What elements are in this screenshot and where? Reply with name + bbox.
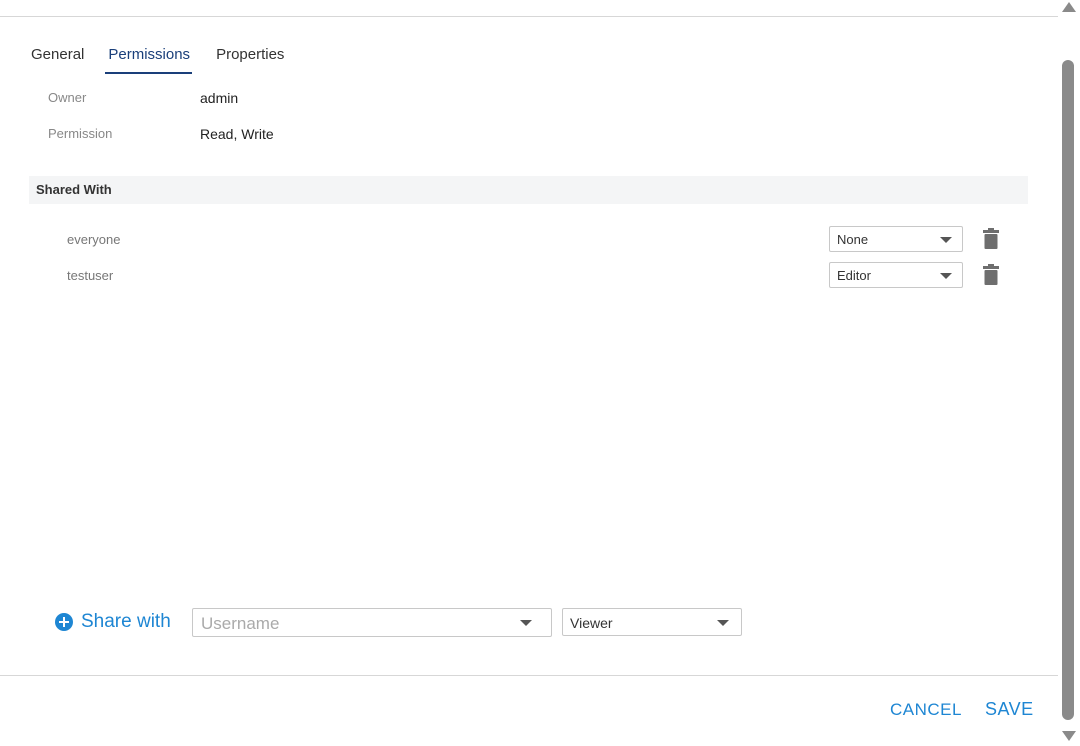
scroll-up-arrow-icon[interactable] — [1062, 2, 1076, 12]
scroll-down-arrow-icon[interactable] — [1062, 731, 1076, 741]
owner-value: admin — [200, 90, 239, 106]
share-entry-role-select[interactable]: Editor — [829, 262, 963, 288]
scrollbar-thumb[interactable] — [1062, 60, 1074, 720]
chevron-down-icon — [940, 273, 952, 279]
new-share-role-select[interactable]: Viewer — [562, 608, 742, 636]
plus-circle-icon — [55, 613, 73, 631]
new-share-role-value: Viewer — [570, 615, 613, 631]
trash-icon[interactable] — [982, 264, 1000, 286]
vertical-scrollbar[interactable] — [1058, 0, 1080, 746]
share-entry-role-select[interactable]: None — [829, 226, 963, 252]
cancel-button[interactable]: CANCEL — [890, 700, 962, 720]
tab-general[interactable]: General — [31, 46, 84, 74]
share-with-label: Share with — [81, 611, 171, 632]
share-entry-role-value: None — [837, 232, 869, 247]
bottom-divider — [0, 675, 1058, 676]
save-button[interactable]: SAVE — [985, 699, 1034, 720]
chevron-down-icon — [717, 620, 729, 626]
permissions-dialog: General Permissions Properties Owner adm… — [0, 0, 1080, 746]
shared-with-title: Shared With — [36, 182, 112, 197]
chevron-down-icon — [940, 237, 952, 243]
share-entry-row: everyone None — [0, 226, 1058, 254]
share-with-button[interactable]: Share with — [55, 610, 171, 634]
chevron-down-icon[interactable] — [520, 620, 532, 626]
trash-icon[interactable] — [982, 228, 1000, 250]
top-divider — [0, 16, 1058, 17]
share-entry-role-value: Editor — [837, 268, 871, 283]
owner-label: Owner — [48, 90, 87, 105]
share-entry-name: everyone — [67, 232, 121, 247]
share-entry-row: testuser Editor — [0, 262, 1058, 290]
share-entry-name: testuser — [67, 268, 114, 283]
permission-label: Permission — [48, 126, 113, 141]
tab-permissions[interactable]: Permissions — [105, 46, 193, 74]
tab-bar: General Permissions Properties — [31, 46, 308, 74]
permission-value: Read, Write — [200, 126, 274, 142]
shared-with-header: Shared With — [29, 176, 1028, 204]
username-input[interactable] — [192, 608, 552, 637]
tab-properties[interactable]: Properties — [216, 46, 284, 74]
